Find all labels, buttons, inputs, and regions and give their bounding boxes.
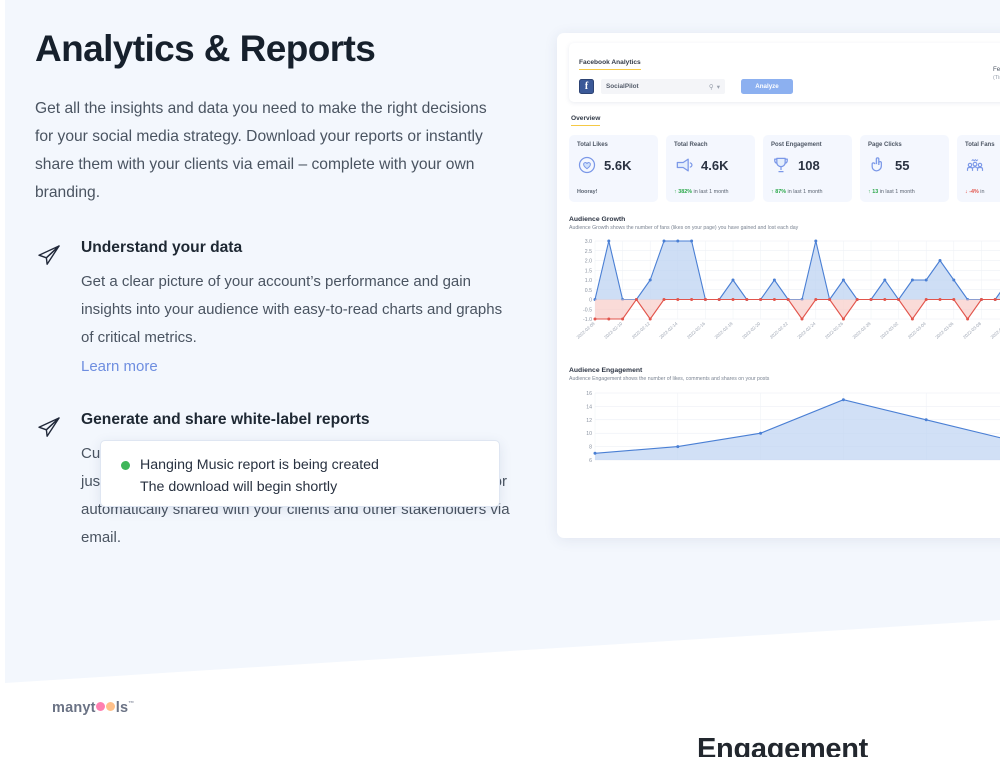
svg-text:2022-02-08: 2022-02-08 [576, 321, 596, 340]
search-icon[interactable]: ⚲ [709, 83, 714, 91]
page-root: Analytics & Reports Get all the insights… [0, 0, 1000, 757]
account-name: SocialPilot [606, 83, 639, 90]
intro-paragraph: Get all the insights and data you need t… [35, 99, 487, 201]
svg-text:2022-02-22: 2022-02-22 [769, 321, 789, 340]
svg-text:2022-03-02: 2022-03-02 [879, 321, 899, 340]
overview-section-label: Overview [571, 115, 601, 126]
chart-audience-engagement: Audience Engagement Audience Engagement … [569, 367, 1000, 473]
svg-text:6: 6 [589, 458, 592, 464]
feature-title: Generate and share white-label reports [81, 410, 370, 428]
feature-title: Understand your data [81, 238, 243, 256]
date-range-value: Feb [993, 66, 1000, 73]
stat-delta: ↑ 382% in last 1 month [674, 189, 729, 195]
svg-text:2022-02-16: 2022-02-16 [686, 321, 706, 340]
stat-card-post-engagement: Post Engagement 108 ↑ 87% in last 1 mont… [763, 135, 852, 202]
chart-subtitle: Audience Engagement shows the number of … [569, 376, 770, 382]
facebook-icon: f [579, 79, 594, 94]
stat-delta: ↑ 87% in last 1 month [771, 189, 823, 195]
svg-text:2022-03-08: 2022-03-08 [962, 321, 982, 340]
feature-body: Get a clear picture of your account’s pe… [81, 272, 503, 346]
stat-label: Page Clicks [868, 142, 902, 148]
chart-plot-area: 16 14 12 10 8 6 [569, 388, 1000, 473]
svg-text:2022-03-10: 2022-03-10 [990, 321, 1000, 340]
stat-delta: Hooray! [577, 189, 598, 195]
account-search-input[interactable]: SocialPilot ⚲ ▾ [601, 79, 725, 94]
next-section-heading: Engagement [697, 733, 869, 757]
stat-card-page-clicks: Page Clicks 55 ↑ 13 in last 1 month [860, 135, 949, 202]
chart-plot-area: 3.0 2.5 2.0 1.5 1.0 0.5 0 -0.5 -1.0 2022-02-08 202… [569, 237, 1000, 354]
manytools-logo[interactable]: manyt ls™ [52, 700, 134, 716]
stat-delta: ↑ 13 in last 1 month [868, 189, 915, 195]
svg-text:14: 14 [586, 404, 592, 410]
svg-text:-0.5: -0.5 [583, 307, 592, 313]
svg-text:2022-02-26: 2022-02-26 [824, 321, 844, 340]
stat-card-total-likes: Total Likes 5.6K Hooray! [569, 135, 658, 202]
stat-card-row: Total Likes 5.6K Hooray! Total Reach 4.6… [569, 135, 1000, 202]
svg-text:2022-02-12: 2022-02-12 [631, 321, 651, 340]
svg-text:2022-02-28: 2022-02-28 [852, 321, 872, 340]
svg-text:0: 0 [589, 298, 592, 304]
account-selector-row: f SocialPilot ⚲ ▾ Analyze [579, 79, 1000, 94]
stat-value: 55 [895, 157, 910, 173]
chart-title: Audience Engagement [569, 367, 643, 374]
analytics-dashboard-preview: Facebook Analytics f SocialPilot ⚲ ▾ Ana… [557, 33, 1000, 538]
logo-text-part1: manyt [52, 700, 96, 716]
stat-value: 4.6K [701, 157, 729, 173]
chart-audience-growth: Audience Growth Audience Growth shows th… [569, 216, 1000, 354]
stat-label: Total Fans [965, 142, 995, 148]
svg-text:8: 8 [589, 445, 592, 451]
svg-text:12: 12 [586, 418, 592, 424]
date-range-timezone: (Tim [993, 75, 1000, 81]
svg-text:2022-02-20: 2022-02-20 [741, 321, 761, 340]
tab-facebook-analytics[interactable]: Facebook Analytics [579, 59, 641, 70]
toast-secondary-text: The download will begin shortly [140, 479, 338, 495]
paper-plane-icon [35, 413, 63, 441]
toast-primary-text: Hanging Music report is being created [121, 454, 481, 476]
svg-text:2022-02-14: 2022-02-14 [658, 321, 678, 340]
analyze-button[interactable]: Analyze [741, 79, 793, 94]
heart-clock-icon [577, 155, 597, 175]
logo-text-part2: ls [115, 700, 129, 716]
chart-title: Audience Growth [569, 216, 626, 223]
svg-text:2022-02-10: 2022-02-10 [603, 321, 623, 340]
svg-text:2022-03-04: 2022-03-04 [907, 321, 927, 340]
svg-text:3.0: 3.0 [585, 239, 592, 245]
stat-label: Post Engagement [771, 142, 822, 148]
stat-value: 108 [798, 157, 820, 173]
click-hand-icon [868, 155, 888, 175]
trophy-icon [771, 155, 791, 175]
svg-text:0.5: 0.5 [585, 288, 592, 294]
svg-text:16: 16 [586, 391, 592, 397]
chevron-down-icon[interactable]: ▾ [717, 83, 720, 91]
stat-label: Total Reach [674, 142, 708, 148]
logo-dot-orange [106, 702, 116, 711]
megaphone-icon [674, 155, 694, 175]
svg-text:2022-03-06: 2022-03-06 [934, 321, 954, 340]
svg-text:1.5: 1.5 [585, 268, 592, 274]
date-range-display[interactable]: Feb (Tim [993, 65, 1000, 83]
toast-notification[interactable]: Hanging Music report is being created Th… [100, 440, 500, 507]
feature-item-understand-your-data: Understand your data Get a clear picture… [35, 237, 515, 381]
status-dot-icon [121, 461, 130, 470]
svg-text:2.0: 2.0 [585, 259, 592, 265]
logo-trademark: ™ [128, 701, 135, 707]
learn-more-link[interactable]: Learn more [81, 353, 158, 381]
paper-plane-icon [35, 241, 63, 269]
svg-text:2022-02-18: 2022-02-18 [714, 321, 734, 340]
stat-label: Total Likes [577, 142, 608, 148]
people-group-icon [965, 155, 985, 175]
dashboard-header-card: Facebook Analytics f SocialPilot ⚲ ▾ Ana… [569, 43, 1000, 102]
svg-text:1.0: 1.0 [585, 278, 592, 284]
stat-delta: ↓ -4% in [965, 189, 985, 195]
chart-subtitle: Audience Growth shows the number of fans… [569, 225, 799, 231]
svg-text:10: 10 [586, 431, 592, 437]
svg-text:2022-02-24: 2022-02-24 [796, 321, 816, 340]
page-title: Analytics & Reports [35, 28, 376, 69]
stat-card-total-reach: Total Reach 4.6K ↑ 382% in last 1 month [666, 135, 755, 202]
logo-dot-pink [96, 702, 106, 711]
svg-text:2.5: 2.5 [585, 249, 592, 255]
stat-card-total-fans: Total Fans ↓ -4% in [957, 135, 1000, 202]
stat-value: 5.6K [604, 157, 632, 173]
